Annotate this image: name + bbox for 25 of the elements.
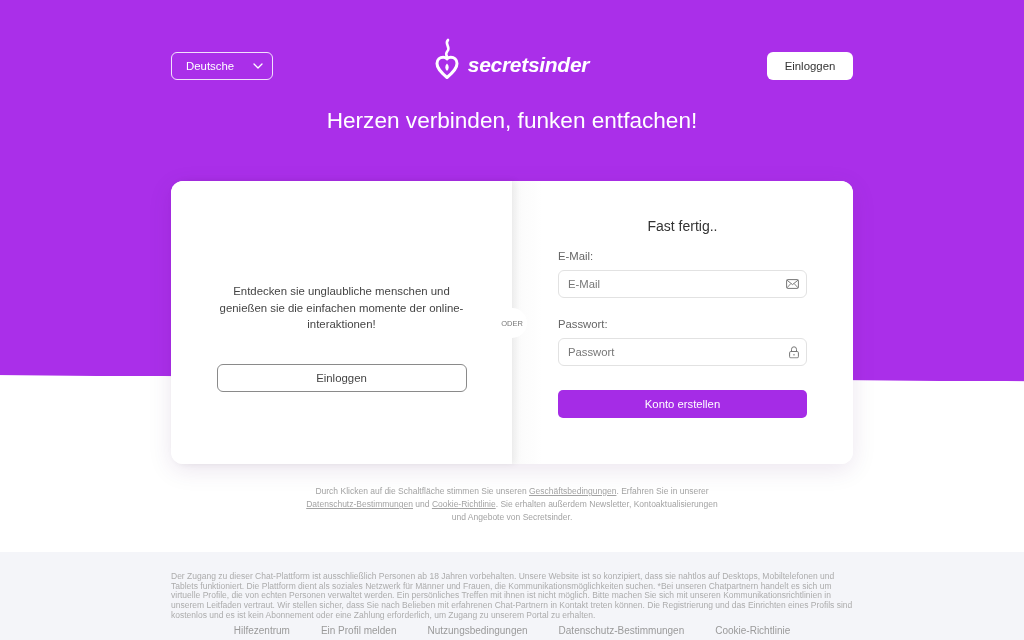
flame-heart-icon [434,38,459,80]
language-select[interactable]: Deutsche [171,52,273,80]
lock-icon [789,345,799,359]
disclaimer-text: Der Zugang zu dieser Chat-Plattform ist ausschließlich Personen ab 18 Jahren vorbehalten. Unsere Website ist so konzipiert, dass sie nahtlos auf Desktops, Mobiltelefonen und Tablets funktioniert. Die Plattform dient als soziales Netzwerk für Männer und Frauen, die Kommunikationsmöglichkeiten suchen. *Bei unseren Chatpartnern handelt es sich um virtuelle Profile, die von echten Personen verwaltet werden. Ein persönliches Treffen mit ihnen ist nicht möglich. Bitte machen Sie sich mit unseren Kommunikationsrichtlinien in unserem Leitfaden vertraut. Wir stellen sicher, dass Sie nach Belieben mit erfahrenen Chat-Partnern in Kontakt treten können. Die Registrierung und das Einrichten eines Profils sind kostenlos und es ist kein Abonnement oder eine Zahlung erforderlich, um Zugang zu unserem Portal zu erhalten. [171,572,853,621]
chevron-down-icon [253,63,263,69]
envelope-icon [786,279,799,289]
footer-link[interactable]: Cookie-Richtlinie [715,624,791,637]
footer-link[interactable]: Ein Profil melden [320,624,397,637]
field-label: E-Mail: [558,249,594,264]
intro-text: Entdecken sie unglaubliche menschen und genießen sie die einfachen momente der online-interaktionen! [218,284,465,332]
logo-wordmark: secretsinder [467,54,590,76]
footer-link[interactable]: Nutzungsbedingungen [427,624,528,637]
create-account-button[interactable]: Konto erstellen [558,390,807,418]
consent-text: Durch Klicken auf die Schaltfläche stimmen Sie unseren Geschäftsbedingungen. Erfahren Sie in unserer Datenschutz-Bestimmungen und Cookie-Richtlinie. Sie erhalten außerdem Newsletter, Kontoaktualisierungen und Angebote von Secretsinder. [305,485,719,524]
email-field[interactable]: E-Mail [558,270,807,298]
footer-link[interactable]: Datenschutz-Bestimmungen [558,624,685,637]
consent-link[interactable]: Cookie-Richtlinie [431,499,496,509]
login-button[interactable]: Einloggen [216,363,467,392]
form-title: Fast fertig.. [646,217,719,236]
consent-link[interactable]: Datenschutz-Bestimmungen [306,499,413,509]
password-field[interactable]: Passwort [558,338,807,366]
field-label: Passwort: [558,317,608,332]
login-button[interactable]: Einloggen [767,52,853,80]
footer-link[interactable]: Hilfezentrum [233,624,290,637]
headline: Herzen verbinden, funken entfachen! [326,107,698,135]
